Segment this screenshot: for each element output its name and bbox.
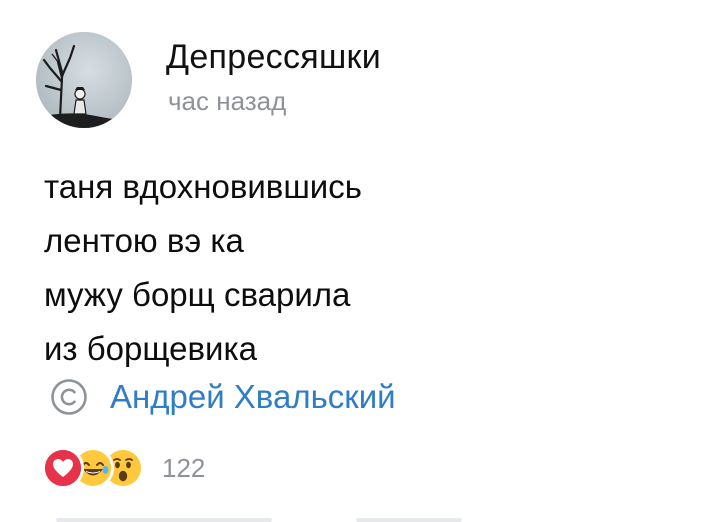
group-avatar[interactable] <box>36 32 132 128</box>
avatar-image <box>36 32 132 128</box>
reaction-count: 122 <box>162 452 206 483</box>
group-name[interactable]: Депрессяшки <box>166 38 381 77</box>
heart-reaction-icon <box>42 447 84 489</box>
post-card: Депрессяшки час назад таня вдохновившись… <box>0 0 711 522</box>
copyright-icon <box>51 379 87 415</box>
post-text-line: из борщевика <box>44 330 257 367</box>
post-text-line: таня вдохновившись <box>44 168 362 205</box>
post-timestamp[interactable]: час назад <box>168 86 286 117</box>
post-text-line: лентою вэ ка <box>44 222 244 259</box>
post-text-line: мужу борщ сварила <box>44 276 351 313</box>
reactions-summary[interactable]: 122 <box>42 446 205 490</box>
copyright-row: Андрей Хвальский <box>50 374 396 420</box>
action-bar-divider <box>56 518 272 522</box>
author-link[interactable]: Андрей Хвальский <box>110 378 396 416</box>
action-bar-divider <box>356 518 462 522</box>
post-text: таня вдохновившись лентою вэ ка мужу бор… <box>44 160 362 376</box>
